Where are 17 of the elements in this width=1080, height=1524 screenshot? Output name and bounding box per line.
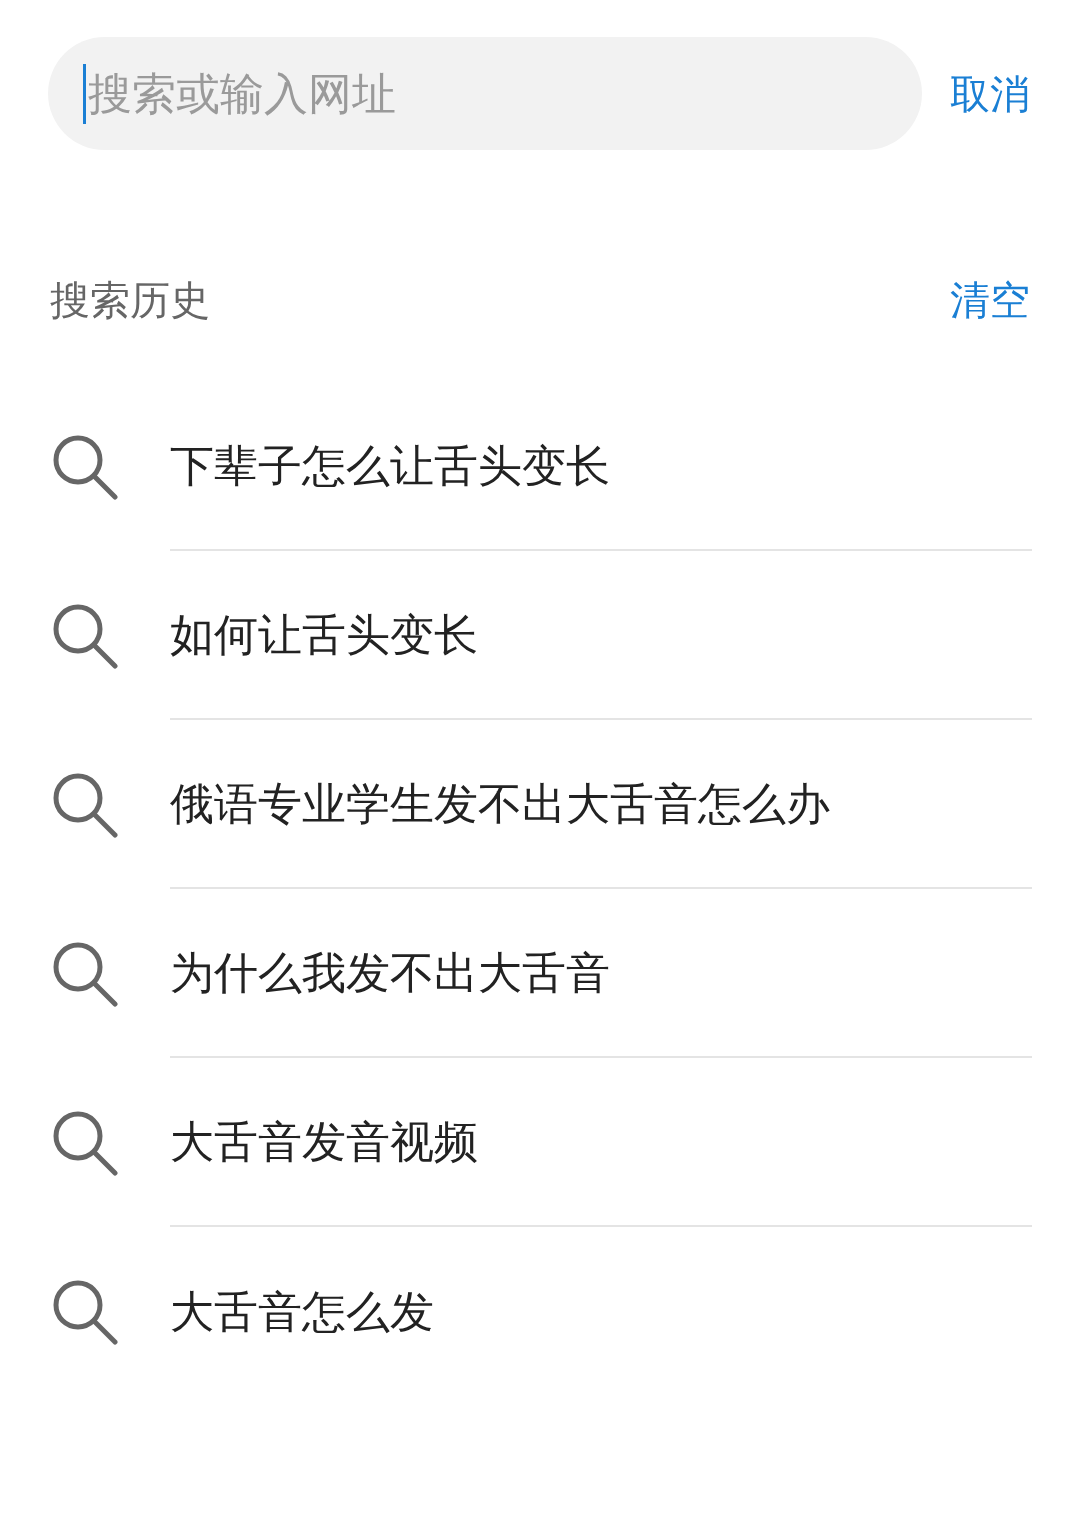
search-icon: [52, 771, 118, 838]
search-icon: [52, 940, 118, 1007]
history-item[interactable]: 为什么我发不出大舌音: [170, 939, 610, 1006]
history-item[interactable]: 如何让舌头变长: [170, 601, 478, 668]
history-item[interactable]: 俄语专业学生发不出大舌音怎么办: [170, 770, 830, 837]
section-title: 搜索历史: [50, 277, 210, 324]
history-item[interactable]: 下辈子怎么让舌头变长: [170, 432, 610, 499]
search-icon: [52, 1109, 118, 1176]
history-item[interactable]: 大舌音发音视频: [170, 1108, 478, 1175]
search-field[interactable]: 搜索或输入网址: [48, 37, 922, 150]
cancel-button[interactable]: 取消: [950, 63, 1030, 124]
search-icon: [52, 602, 118, 669]
text-cursor: [83, 64, 86, 124]
search-icon: [52, 1278, 118, 1345]
history-item[interactable]: 大舌音怎么发: [170, 1278, 434, 1345]
search-icon: [52, 433, 118, 500]
clear-button[interactable]: 清空: [950, 270, 1030, 330]
